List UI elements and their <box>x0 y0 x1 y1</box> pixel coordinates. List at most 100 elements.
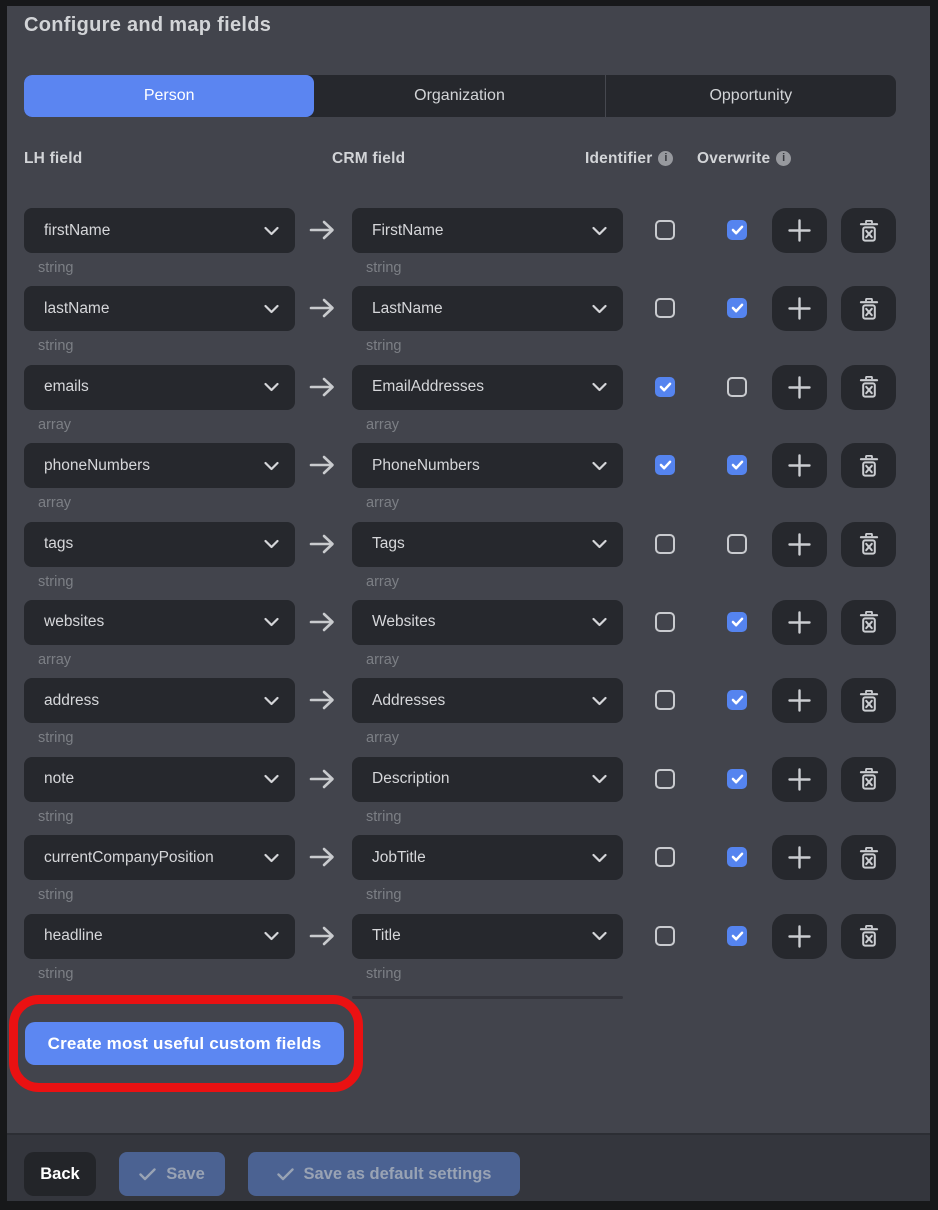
lh-field-select[interactable]: headline <box>24 914 295 959</box>
plus-icon <box>788 376 811 399</box>
crm-field-select[interactable]: PhoneNumbers <box>352 443 623 488</box>
identifier-checkbox[interactable] <box>655 847 675 867</box>
trash-icon[interactable] <box>841 600 896 645</box>
add-mapping-button[interactable] <box>772 365 827 410</box>
lh-field-select[interactable]: address <box>24 678 295 723</box>
overwrite-checkbox[interactable] <box>727 926 747 946</box>
arrow-right-icon <box>309 454 336 476</box>
lh-field-column-header: LH field <box>24 150 82 168</box>
overwrite-checkbox[interactable] <box>727 377 747 397</box>
lh-field-select[interactable]: emails <box>24 365 295 410</box>
crm-field-type: array <box>366 730 399 746</box>
lh-field-select[interactable]: tags <box>24 522 295 567</box>
overwrite-checkbox[interactable] <box>727 220 747 240</box>
trash-icon[interactable] <box>841 443 896 488</box>
chevron-down-icon <box>264 853 279 862</box>
overwrite-checkbox[interactable] <box>727 769 747 789</box>
lh-field-select[interactable]: lastName <box>24 286 295 331</box>
overwrite-checkbox[interactable] <box>727 847 747 867</box>
save-button[interactable]: Save <box>119 1152 225 1196</box>
add-mapping-button[interactable] <box>772 443 827 488</box>
field-mapping-row: headline string Title string <box>24 914 896 992</box>
crm-field-select[interactable]: Tags <box>352 522 623 567</box>
identifier-checkbox[interactable] <box>655 298 675 318</box>
lh-field-select[interactable]: phoneNumbers <box>24 443 295 488</box>
crm-field-select[interactable]: Title <box>352 914 623 959</box>
save-as-default-button[interactable]: Save as default settings <box>248 1152 520 1196</box>
field-mapping-row: websites array Websites array <box>24 600 896 678</box>
crm-field-column-header: CRM field <box>332 150 405 168</box>
chevron-down-icon <box>592 775 607 784</box>
crm-field-select[interactable]: EmailAddresses <box>352 365 623 410</box>
crm-field-select[interactable]: Description <box>352 757 623 802</box>
crm-field-select[interactable]: Websites <box>352 600 623 645</box>
arrow-right-icon <box>309 376 336 398</box>
mapping-rows: firstName string FirstName string <box>24 208 896 992</box>
crm-field-select[interactable]: FirstName <box>352 208 623 253</box>
identifier-checkbox[interactable] <box>655 690 675 710</box>
field-mapping-row: currentCompanyPosition string JobTitle s… <box>24 835 896 913</box>
chevron-down-icon <box>592 696 607 705</box>
chevron-down-icon <box>592 383 607 392</box>
lh-field-type: string <box>38 260 73 276</box>
field-mapping-row: emails array EmailAddresses array <box>24 365 896 443</box>
lh-field-select[interactable]: currentCompanyPosition <box>24 835 295 880</box>
identifier-checkbox[interactable] <box>655 612 675 632</box>
add-mapping-button[interactable] <box>772 600 827 645</box>
create-custom-fields-button[interactable]: Create most useful custom fields <box>25 1022 344 1065</box>
lh-field-select[interactable]: note <box>24 757 295 802</box>
trash-icon[interactable] <box>841 835 896 880</box>
trash-icon[interactable] <box>841 208 896 253</box>
add-mapping-button[interactable] <box>772 835 827 880</box>
overwrite-checkbox[interactable] <box>727 612 747 632</box>
check-icon <box>731 852 744 862</box>
identifier-checkbox[interactable] <box>655 220 675 240</box>
field-mapping-row: address string Addresses array <box>24 678 896 756</box>
lh-field-select[interactable]: websites <box>24 600 295 645</box>
crm-field-type: string <box>366 966 401 982</box>
lh-field-type: array <box>38 495 71 511</box>
identifier-checkbox[interactable] <box>655 926 675 946</box>
check-icon <box>731 931 744 941</box>
chevron-down-icon <box>592 226 607 235</box>
add-mapping-button[interactable] <box>772 208 827 253</box>
identifier-checkbox[interactable] <box>655 769 675 789</box>
lh-field-value: address <box>44 692 99 710</box>
trash-icon[interactable] <box>841 522 896 567</box>
trash-icon[interactable] <box>841 678 896 723</box>
identifier-checkbox[interactable] <box>655 534 675 554</box>
crm-field-select[interactable]: Addresses <box>352 678 623 723</box>
add-mapping-button[interactable] <box>772 678 827 723</box>
tab-opportunity[interactable]: Opportunity <box>606 75 896 117</box>
crm-field-value: Websites <box>372 613 435 631</box>
trash-icon[interactable] <box>841 365 896 410</box>
crm-field-select[interactable]: LastName <box>352 286 623 331</box>
identifier-checkbox[interactable] <box>655 455 675 475</box>
info-icon[interactable] <box>776 151 791 166</box>
crm-field-type: array <box>366 495 399 511</box>
overwrite-checkbox[interactable] <box>727 298 747 318</box>
overwrite-checkbox[interactable] <box>727 455 747 475</box>
field-mapping-row: note string Description string <box>24 757 896 835</box>
trash-icon[interactable] <box>841 286 896 331</box>
chevron-down-icon <box>592 618 607 627</box>
overwrite-checkbox[interactable] <box>727 534 747 554</box>
add-mapping-button[interactable] <box>772 286 827 331</box>
chevron-down-icon <box>264 226 279 235</box>
trash-icon[interactable] <box>841 914 896 959</box>
add-mapping-button[interactable] <box>772 914 827 959</box>
back-button[interactable]: Back <box>24 1152 96 1196</box>
crm-field-type: array <box>366 417 399 433</box>
lh-field-select[interactable]: firstName <box>24 208 295 253</box>
add-mapping-button[interactable] <box>772 522 827 567</box>
overwrite-checkbox[interactable] <box>727 690 747 710</box>
tab-person[interactable]: Person <box>24 75 314 117</box>
info-icon[interactable] <box>658 151 673 166</box>
tab-organization[interactable]: Organization <box>314 75 604 117</box>
identifier-column-header: Identifier <box>585 150 673 168</box>
trash-icon[interactable] <box>841 757 896 802</box>
crm-field-select[interactable]: JobTitle <box>352 835 623 880</box>
add-mapping-button[interactable] <box>772 757 827 802</box>
chevron-down-icon <box>264 618 279 627</box>
identifier-checkbox[interactable] <box>655 377 675 397</box>
